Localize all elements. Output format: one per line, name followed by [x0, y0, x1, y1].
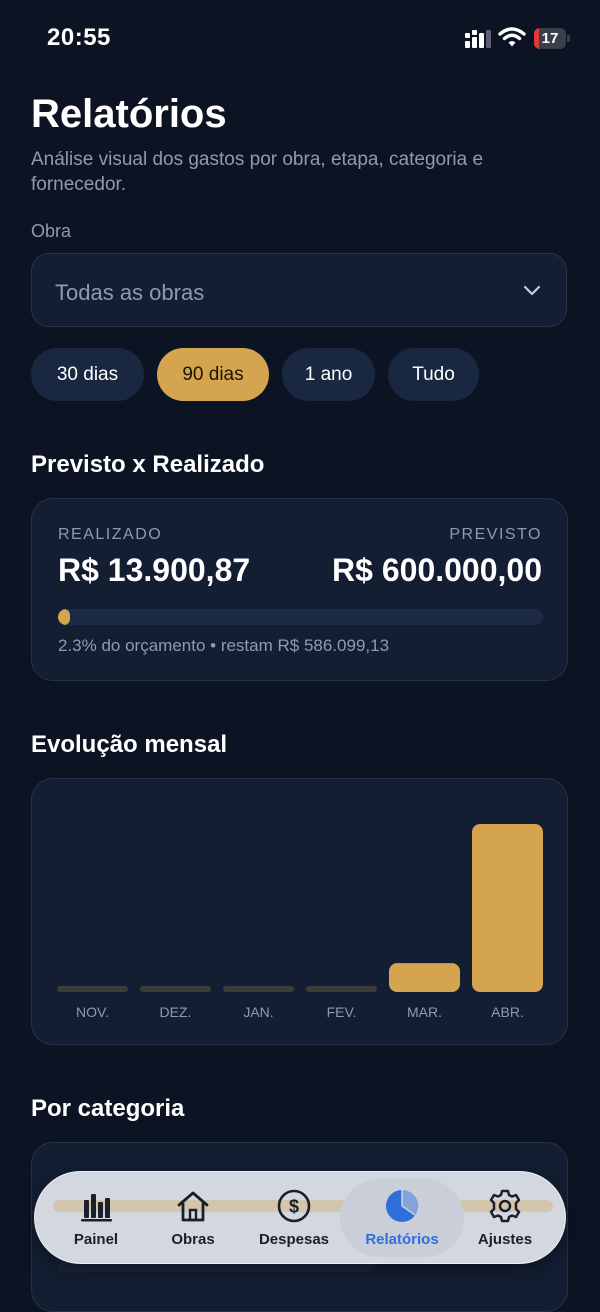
budget-progress-fill	[58, 609, 70, 625]
obra-field-label: Obra	[31, 221, 72, 241]
period-chip-tudo[interactable]: Tudo	[388, 348, 479, 401]
bar-chart-icon	[81, 1194, 112, 1222]
bar-mar	[389, 963, 460, 992]
status-bar: 20:55 17	[0, 0, 600, 80]
tab-ajustes-label: Ajustes	[477, 1231, 533, 1248]
battery-level: 17	[541, 30, 559, 47]
x-tick-label-abr: ABR.	[491, 1004, 524, 1020]
bar-dez	[140, 986, 211, 992]
budget-card: REALIZADO R$ 13.900,87 PREVISTO R$ 600.0…	[31, 498, 568, 681]
budget-section-title: Previsto x Realizado	[31, 451, 265, 478]
monthly-chart-card: NOV. DEZ. JAN. FEV. MAR. ABR.	[31, 778, 568, 1045]
house-icon	[177, 1191, 209, 1222]
tab-despesas[interactable]: $ Despesas	[241, 1172, 347, 1263]
period-chip-30-dias[interactable]: 30 dias	[31, 348, 144, 401]
period-chip-90-dias[interactable]: 90 dias	[157, 348, 269, 401]
pie-chart-icon	[386, 1190, 418, 1222]
bar-jan	[223, 986, 294, 992]
tab-relatorios[interactable]: Relatórios	[349, 1172, 455, 1263]
monthly-section-title: Evolução mensal	[31, 731, 228, 758]
tab-relatorios-label: Relatórios	[365, 1231, 439, 1248]
status-time: 20:55	[47, 24, 111, 51]
tab-despesas-label: Despesas	[258, 1231, 330, 1248]
realizado-value: R$ 13.900,87	[58, 552, 251, 588]
gear-icon	[489, 1189, 521, 1223]
page-subtitle: Análise visual dos gastos por obra, etap…	[31, 149, 484, 195]
bar-abr	[472, 824, 543, 992]
monthly-bar-chart: NOV. DEZ. JAN. FEV. MAR. ABR.	[57, 824, 543, 1020]
tab-ajustes[interactable]: Ajustes	[452, 1172, 558, 1263]
bar-fev	[306, 986, 377, 992]
x-tick-label-fev: FEV.	[327, 1004, 357, 1020]
cellular-signal-icon	[465, 30, 491, 48]
bar-nov	[57, 986, 128, 992]
obra-select[interactable]: Todas as obras	[31, 253, 567, 327]
category-section-title: Por categoria	[31, 1095, 185, 1122]
page-title: Relatórios	[31, 92, 227, 136]
previsto-label: PREVISTO	[449, 526, 542, 543]
tab-bar: Painel Obras $ Despesas Relatórios Ajust…	[34, 1171, 566, 1264]
tab-obras-label: Obras	[171, 1231, 215, 1248]
budget-progress-bar	[58, 609, 543, 625]
x-tick-label-jan: JAN.	[243, 1004, 273, 1020]
dollar-circle-icon: $	[277, 1189, 311, 1223]
period-chip-1-ano[interactable]: 1 ano	[282, 348, 375, 401]
chevron-down-icon	[523, 285, 541, 296]
x-tick-label-dez: DEZ.	[160, 1004, 192, 1020]
obra-select-value: Todas as obras	[55, 280, 205, 305]
tab-obras[interactable]: Obras	[140, 1172, 246, 1263]
svg-text:$: $	[289, 1197, 299, 1217]
battery-indicator: 17	[534, 28, 570, 49]
wifi-icon	[498, 27, 526, 47]
previsto-value: R$ 600.000,00	[332, 552, 542, 588]
realizado-label: REALIZADO	[58, 526, 163, 543]
tab-painel-label: Painel	[73, 1231, 119, 1248]
budget-progress-note: 2.3% do orçamento • restam R$ 586.099,13	[58, 636, 390, 655]
x-tick-label-mar: MAR.	[407, 1004, 442, 1020]
x-tick-label-nov: NOV.	[76, 1004, 109, 1020]
tab-painel[interactable]: Painel	[43, 1172, 149, 1263]
